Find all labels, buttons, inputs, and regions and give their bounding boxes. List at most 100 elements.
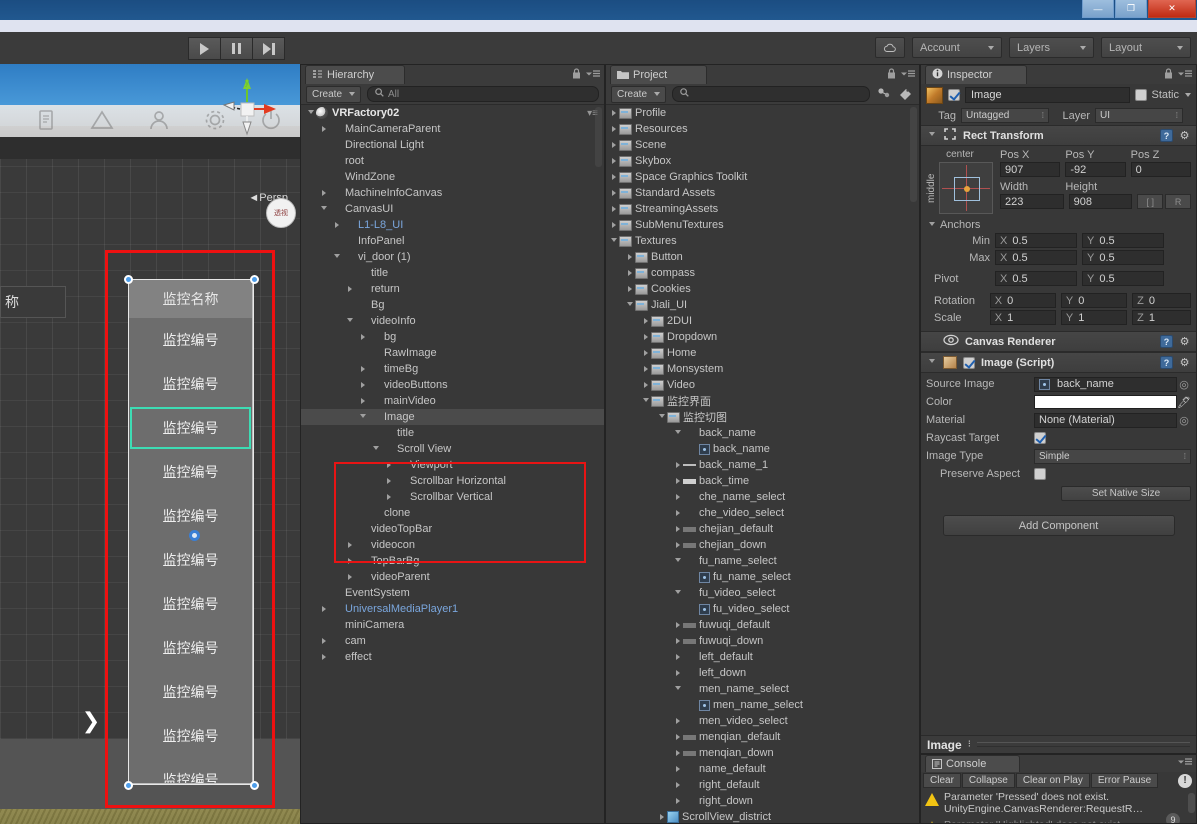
foldout-open-icon[interactable] [608, 237, 619, 245]
tree-row[interactable]: MachineInfoCanvas [301, 185, 604, 201]
tree-row[interactable]: title [301, 265, 604, 281]
console-error-count-icon[interactable]: ! [1178, 773, 1192, 788]
tree-row[interactable]: compass [606, 265, 919, 281]
tree-row[interactable]: Scrollbar Horizontal [301, 473, 604, 489]
tree-row[interactable]: videoButtons [301, 377, 604, 393]
foldout-closed-icon[interactable] [672, 670, 683, 676]
tree-row[interactable]: 监控界面 [606, 393, 919, 409]
foldout-closed-icon[interactable] [672, 462, 683, 468]
tree-row[interactable]: Textures [606, 233, 919, 249]
color-swatch[interactable] [1034, 395, 1177, 409]
tree-row[interactable]: Profile [606, 105, 919, 121]
panel-menu-icon[interactable] [1178, 69, 1192, 81]
preserve-aspect-checkbox[interactable] [1034, 468, 1046, 480]
foldout-closed-icon[interactable] [344, 574, 355, 580]
foldout-closed-icon[interactable] [608, 190, 619, 196]
tree-row[interactable]: root [301, 153, 604, 169]
lock-icon[interactable] [887, 68, 896, 82]
tab-hierarchy[interactable]: Hierarchy [305, 65, 405, 84]
rotation-x-input[interactable]: X0 [989, 293, 1056, 308]
add-component-button[interactable]: Add Component [942, 515, 1175, 536]
scene-view[interactable]: y ◄Persp 透视 称 ❯ 监控名称 监控编号 监控编号 监控编号 监控编号 监控编… [0, 64, 300, 824]
tree-row[interactable]: Skybox [606, 153, 919, 169]
tree-row[interactable]: chejian_down [606, 537, 919, 553]
tree-row[interactable]: Bg [301, 297, 604, 313]
tree-row[interactable]: fu_name_select [606, 553, 919, 569]
pivot-y-input[interactable]: Y 0.5 [1082, 271, 1164, 286]
project-tree[interactable]: Profile Resources Scene Skybox Space Graphic… [606, 105, 919, 823]
anchor-min-x-input[interactable]: X 0.5 [995, 233, 1077, 248]
image-type-dropdown[interactable]: Simple ⁞ [1034, 448, 1191, 464]
tree-row[interactable]: Monsystem [606, 361, 919, 377]
project-search-input[interactable] [672, 86, 870, 102]
tree-row[interactable]: videoTopBar [301, 521, 604, 537]
foldout-open-icon[interactable] [656, 413, 667, 421]
tree-row[interactable]: back_name [606, 441, 919, 457]
foldout-open-icon[interactable] [624, 301, 635, 309]
static-checkbox[interactable] [1135, 89, 1148, 101]
tree-row[interactable]: left_default [606, 649, 919, 665]
foldout-closed-icon[interactable] [344, 286, 355, 292]
foldout-closed-icon[interactable] [672, 494, 683, 500]
tree-row[interactable]: menqian_default [606, 729, 919, 745]
foldout-closed-icon[interactable] [656, 814, 667, 820]
tree-row[interactable]: Scrollbar Vertical [301, 489, 604, 505]
tree-row[interactable]: che_name_select [606, 489, 919, 505]
foldout-closed-icon[interactable] [357, 382, 368, 388]
help-icon[interactable]: ? [1160, 129, 1173, 142]
tree-row[interactable]: fuwuqi_default [606, 617, 919, 633]
anchor-min-y-input[interactable]: Y 0.5 [1082, 233, 1164, 248]
foldout-open-icon[interactable] [672, 685, 683, 693]
tree-row[interactable]: CanvasUI [301, 201, 604, 217]
search-by-label-icon[interactable] [898, 86, 914, 103]
foldout-closed-icon[interactable] [383, 462, 394, 468]
tree-row[interactable]: right_default [606, 777, 919, 793]
tree-row[interactable]: left_down [606, 665, 919, 681]
scale-x-input[interactable]: X1 [989, 310, 1056, 325]
tab-console[interactable]: Console [925, 755, 1020, 772]
width-input[interactable]: 223 [1000, 194, 1064, 209]
hierarchy-tree[interactable]: VRFactory02 ▾≡ MainCameraParent Directional… [301, 105, 604, 823]
tag-dropdown[interactable]: Untagged ⁞ [961, 108, 1049, 123]
component-header-rect-transform[interactable]: Rect Transform ? ⚙ [921, 125, 1196, 146]
tree-row[interactable]: menqian_down [606, 745, 919, 761]
tree-row[interactable]: back_time [606, 473, 919, 489]
tree-row[interactable]: right_down [606, 793, 919, 809]
step-button[interactable] [252, 37, 285, 60]
tree-row[interactable]: fu_name_select [606, 569, 919, 585]
tree-row[interactable]: Resources [606, 121, 919, 137]
pause-button[interactable] [220, 37, 252, 60]
tree-row[interactable]: fu_video_select [606, 601, 919, 617]
raw-edit-toggle[interactable]: R [1165, 194, 1192, 209]
account-dropdown[interactable]: Account [912, 37, 1002, 58]
tree-row[interactable]: EventSystem [301, 585, 604, 601]
tree-row[interactable]: chejian_default [606, 521, 919, 537]
foldout-closed-icon[interactable] [608, 110, 619, 116]
console-collapse-toggle[interactable]: Collapse [961, 773, 1015, 788]
pivot-x-input[interactable]: X 0.5 [995, 271, 1077, 286]
inspector-preview-bar[interactable]: Image ⁝ [921, 735, 1196, 753]
scene-axis-gizmo[interactable]: y [214, 76, 280, 142]
component-header-image-script[interactable]: Image (Script) ? ⚙ [921, 352, 1196, 373]
foldout-closed-icon[interactable] [318, 126, 329, 132]
hierarchy-search-input[interactable]: All [367, 86, 599, 102]
foldout-open-icon[interactable] [672, 429, 683, 437]
foldout-closed-icon[interactable] [608, 174, 619, 180]
tree-row[interactable]: videocon [301, 537, 604, 553]
lock-icon[interactable] [572, 68, 581, 82]
tree-row[interactable]: Standard Assets [606, 185, 919, 201]
tree-row[interactable]: Directional Light [301, 137, 604, 153]
console-scrollbar[interactable] [1188, 793, 1195, 813]
tree-row[interactable]: bg [301, 329, 604, 345]
pos-y-input[interactable]: -92 [1065, 162, 1126, 177]
pos-z-input[interactable]: 0 [1130, 162, 1191, 177]
maximize-button[interactable]: ❐ [1115, 0, 1147, 18]
tree-row[interactable]: clone [301, 505, 604, 521]
foldout-closed-icon[interactable] [344, 558, 355, 564]
object-picker-icon[interactable]: ◎ [1177, 414, 1191, 427]
tree-row[interactable]: UniversalMediaPlayer1 [301, 601, 604, 617]
console-message[interactable]: Parameter 'Pressed' does not exist. Unit… [921, 789, 1196, 817]
console-message[interactable]: Parameter 'Highlighted' does not exist. [921, 817, 1196, 823]
foldout-closed-icon[interactable] [318, 654, 329, 660]
foldout-open-icon[interactable] [640, 397, 651, 405]
